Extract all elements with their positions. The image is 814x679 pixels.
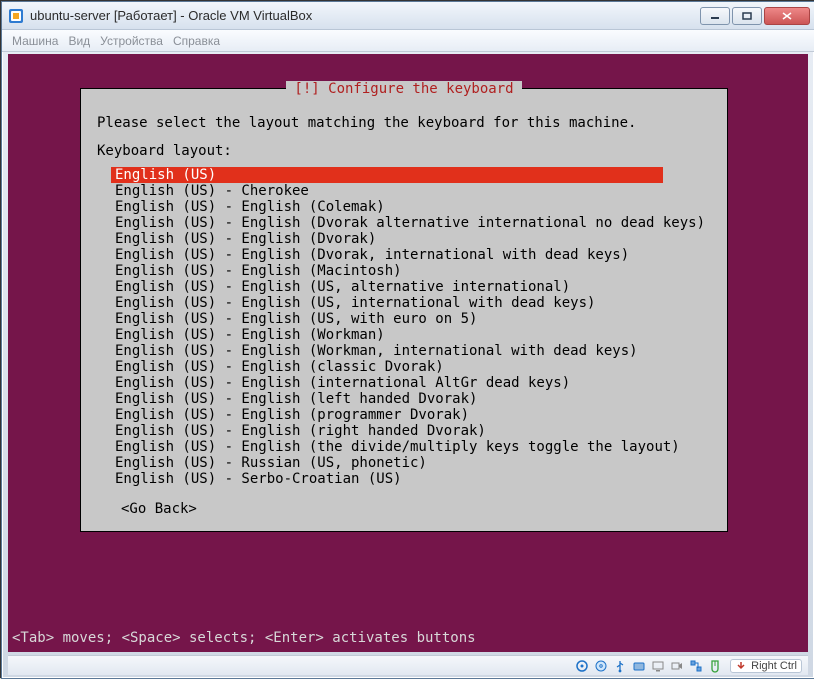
display-icon[interactable]: [650, 658, 666, 674]
close-button[interactable]: [764, 7, 810, 25]
layout-option[interactable]: English (US) - English (Workman): [111, 327, 711, 343]
layout-option[interactable]: English (US) - English (Workman, interna…: [111, 343, 711, 359]
layout-option[interactable]: English (US) - Russian (US, phonetic): [111, 455, 711, 471]
vm-display[interactable]: [!] Configure the keyboard Please select…: [8, 54, 808, 652]
layout-option[interactable]: English (US) - English (US, alternative …: [111, 279, 711, 295]
arrow-down-icon: [735, 660, 747, 672]
layout-option[interactable]: English (US) - English (Dvorak alternati…: [111, 215, 711, 231]
recording-icon[interactable]: [669, 658, 685, 674]
menu-help[interactable]: Справка: [173, 34, 220, 48]
layout-option[interactable]: English (US) - English (classic Dvorak): [111, 359, 711, 375]
layout-option[interactable]: English (US) - Cherokee: [111, 183, 711, 199]
cd-icon[interactable]: [593, 658, 609, 674]
list-label: Keyboard layout:: [97, 143, 711, 159]
layout-option[interactable]: English (US) - English (US, with euro on…: [111, 311, 711, 327]
navigation-hint: <Tab> moves; <Space> selects; <Enter> ac…: [12, 630, 476, 646]
go-back-button[interactable]: <Go Back>: [121, 501, 197, 517]
host-key-text: Right Ctrl: [751, 660, 797, 672]
hdd-icon[interactable]: [574, 658, 590, 674]
menu-bar: Машина Вид Устройства Справка: [2, 30, 814, 52]
menu-devices[interactable]: Устройства: [100, 34, 163, 48]
menu-view[interactable]: Вид: [68, 34, 90, 48]
layout-option[interactable]: English (US) - English (left handed Dvor…: [111, 391, 711, 407]
layout-option[interactable]: English (US) - English (programmer Dvora…: [111, 407, 711, 423]
layout-option[interactable]: English (US) - English (Macintosh): [111, 263, 711, 279]
layout-option[interactable]: English (US) - English (right handed Dvo…: [111, 423, 711, 439]
layout-option[interactable]: English (US) - Serbo-Croatian (US): [111, 471, 711, 487]
status-bar: Right Ctrl: [8, 655, 808, 675]
virtualbox-icon: [8, 8, 24, 24]
minimize-button[interactable]: [700, 7, 730, 25]
layout-option[interactable]: English (US): [111, 167, 663, 183]
host-key-indicator[interactable]: Right Ctrl: [730, 659, 802, 673]
layout-option[interactable]: English (US) - English (the divide/multi…: [111, 439, 711, 455]
usb-icon[interactable]: [612, 658, 628, 674]
dialog-title: [!] Configure the keyboard: [286, 81, 521, 97]
layout-option[interactable]: English (US) - English (Dvorak, internat…: [111, 247, 711, 263]
menu-machine[interactable]: Машина: [12, 34, 58, 48]
layout-option[interactable]: English (US) - English (international Al…: [111, 375, 711, 391]
shared-folder-icon[interactable]: [631, 658, 647, 674]
layout-option[interactable]: English (US) - English (Dvorak): [111, 231, 711, 247]
mouse-integration-icon[interactable]: [707, 658, 723, 674]
maximize-button[interactable]: [732, 7, 762, 25]
window-title: ubuntu-server [Работает] - Oracle VM Vir…: [30, 8, 700, 23]
keyboard-layout-list[interactable]: English (US)English (US) - CherokeeEngli…: [111, 167, 711, 487]
configure-keyboard-dialog: [!] Configure the keyboard Please select…: [80, 88, 728, 532]
virtualbox-window: ubuntu-server [Работает] - Oracle VM Vir…: [1, 1, 814, 679]
layout-option[interactable]: English (US) - English (US, internationa…: [111, 295, 711, 311]
network-icon[interactable]: [688, 658, 704, 674]
window-titlebar[interactable]: ubuntu-server [Работает] - Oracle VM Vir…: [2, 2, 814, 30]
layout-option[interactable]: English (US) - English (Colemak): [111, 199, 711, 215]
dialog-prompt: Please select the layout matching the ke…: [97, 115, 711, 131]
